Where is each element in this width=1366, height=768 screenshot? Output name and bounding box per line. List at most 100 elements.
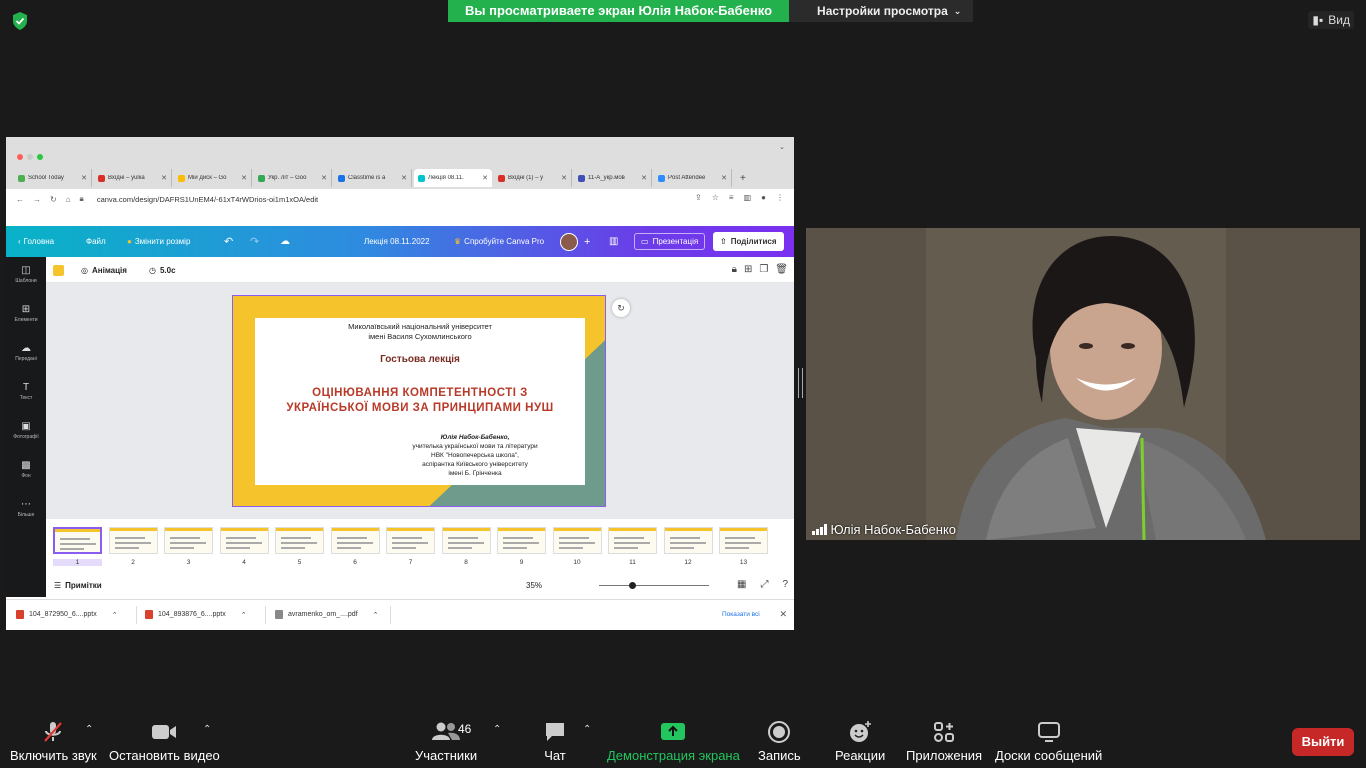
- page-thumbnail[interactable]: [275, 527, 324, 554]
- zoom-slider-handle[interactable]: [629, 582, 636, 589]
- leave-button[interactable]: Выйти: [1292, 728, 1354, 756]
- close-window-icon[interactable]: [17, 154, 23, 160]
- forward-icon[interactable]: →: [33, 195, 41, 204]
- whiteboards-button[interactable]: Доски сообщений: [995, 720, 1102, 763]
- download-item[interactable]: 104_872950_6....pptx ⌃: [16, 610, 118, 619]
- insights-chart-icon[interactable]: ▥: [609, 226, 618, 257]
- animation-button[interactable]: ◎ Анімація: [81, 257, 127, 283]
- side-panel-icon[interactable]: ▥: [744, 193, 752, 202]
- split-divider-handle[interactable]: [798, 368, 803, 398]
- browser-tab[interactable]: Вхідні – yuliia ✕: [94, 169, 172, 187]
- resize-button[interactable]: ● Змінити розмір: [127, 226, 190, 257]
- browser-menu-icon[interactable]: ⋮: [776, 193, 784, 202]
- grid-view-icon[interactable]: ▦: [737, 579, 746, 590]
- sidebar-item[interactable]: ▣ Фотографії: [6, 421, 46, 440]
- download-options-caret-icon[interactable]: ⌃: [373, 611, 379, 619]
- view-button[interactable]: ▮▪ Вид: [1308, 11, 1354, 29]
- file-menu[interactable]: Файл: [86, 226, 106, 257]
- sidebar-item[interactable]: ⋯ Більше: [6, 499, 46, 518]
- reading-list-icon[interactable]: ≡: [729, 193, 734, 202]
- download-options-caret-icon[interactable]: ⌃: [241, 611, 247, 619]
- maximize-window-icon[interactable]: [37, 154, 43, 160]
- profile-icon[interactable]: ●: [761, 193, 766, 202]
- page-thumbnail[interactable]: [552, 527, 602, 554]
- share-page-icon[interactable]: ⇪: [695, 193, 702, 202]
- share-button[interactable]: ⇧ Поділитися: [713, 226, 784, 257]
- browser-tab[interactable]: Post Attendee ✕: [654, 169, 732, 187]
- tab-search-chevron-icon[interactable]: ⌄: [779, 143, 785, 151]
- reload-icon[interactable]: ↻: [50, 195, 57, 204]
- fullscreen-icon[interactable]: ⤢: [760, 579, 768, 590]
- close-tab-icon[interactable]: ✕: [81, 174, 87, 182]
- zoom-slider-track[interactable]: [599, 585, 709, 586]
- browser-tab[interactable]: 11-А_укр.мов ✕: [574, 169, 652, 187]
- add-collaborator-icon[interactable]: +: [584, 226, 590, 257]
- close-tab-icon[interactable]: ✕: [321, 174, 327, 182]
- try-pro-button[interactable]: ♛ Спробуйте Canva Pro: [454, 226, 544, 257]
- reactions-button[interactable]: Реакции: [835, 720, 885, 763]
- download-item[interactable]: avramenko_om_....pdf ⌃: [275, 610, 379, 619]
- page-thumbnail[interactable]: [608, 527, 657, 554]
- page-thumbnail[interactable]: [497, 527, 546, 554]
- notes-button[interactable]: ☰ Примітки: [54, 581, 102, 590]
- page-thumbnail[interactable]: [219, 527, 269, 554]
- browser-tab[interactable]: Укр. літ – Goo ✕: [254, 169, 332, 187]
- minimize-window-icon[interactable]: [27, 154, 33, 160]
- browser-tab[interactable]: Мій диск – Go ✕: [174, 169, 252, 187]
- present-button[interactable]: ▭ Презентація: [634, 226, 706, 257]
- collaborator-avatar[interactable]: [560, 226, 578, 257]
- document-title[interactable]: Лекція 08.11.2022: [364, 226, 430, 257]
- lock-page-icon[interactable]: 🔒︎: [732, 264, 737, 275]
- share-screen-button[interactable]: Демонстрация экрана: [607, 720, 740, 763]
- show-all-downloads-link[interactable]: Показати всі: [722, 611, 760, 618]
- chat-options-caret-icon[interactable]: ⌃: [583, 724, 591, 735]
- refresh-slide-icon[interactable]: ↻: [612, 299, 630, 317]
- page-thumbnail[interactable]: [330, 527, 380, 554]
- home-button[interactable]: ‹ Головна: [18, 226, 54, 257]
- browser-tab[interactable]: School Today ✕: [14, 169, 92, 187]
- audio-options-caret-icon[interactable]: ⌃: [85, 724, 93, 735]
- sidebar-item[interactable]: ☁ Передані: [6, 343, 46, 362]
- close-tab-icon[interactable]: ✕: [161, 174, 167, 182]
- sidebar-item[interactable]: ▩ Фон: [6, 460, 46, 479]
- video-options-caret-icon[interactable]: ⌃: [203, 724, 211, 735]
- home-icon[interactable]: ⌂: [66, 195, 71, 204]
- close-downloads-icon[interactable]: ✕: [779, 609, 787, 620]
- sidebar-item[interactable]: T Текст: [6, 382, 46, 401]
- help-icon[interactable]: ?: [782, 579, 788, 590]
- unmute-button[interactable]: Включить звук: [10, 720, 97, 763]
- slide-1[interactable]: Миколаївський національний університет і…: [232, 295, 606, 507]
- browser-tab[interactable]: Вхідні (1) – y ✕: [494, 169, 572, 187]
- delete-page-icon[interactable]: 🗑︎: [775, 264, 788, 275]
- color-swatch[interactable]: [53, 257, 64, 283]
- participants-options-caret-icon[interactable]: ⌃: [493, 724, 501, 735]
- page-thumbnail[interactable]: [53, 527, 102, 554]
- page-thumbnail[interactable]: [386, 527, 435, 554]
- close-tab-icon[interactable]: ✕: [721, 174, 727, 182]
- url-field[interactable]: canva.com/design/DAFRS1UnEM4/-61xT4rWDri…: [97, 195, 318, 204]
- cloud-saved-icon[interactable]: ☁: [280, 226, 290, 257]
- redo-icon[interactable]: ↷: [250, 226, 259, 257]
- close-tab-icon[interactable]: ✕: [561, 174, 567, 182]
- duplicate-page-icon[interactable]: ❐: [759, 264, 768, 275]
- chat-button[interactable]: Чат: [543, 720, 567, 763]
- apps-button[interactable]: Приложения: [906, 720, 982, 763]
- download-item[interactable]: 104_893876_6....pptx ⌃: [145, 610, 247, 619]
- undo-icon[interactable]: ↶: [224, 226, 233, 257]
- new-tab-icon[interactable]: +: [740, 173, 746, 184]
- close-tab-icon[interactable]: ✕: [241, 174, 247, 182]
- sidebar-item[interactable]: ◫ Шаблони: [6, 265, 46, 284]
- view-options-button[interactable]: Настройки просмотра ⌄: [789, 0, 974, 22]
- sidebar-item[interactable]: ⊞ Елементи: [6, 304, 46, 323]
- browser-tab[interactable]: Classtime is a ✕: [334, 169, 412, 187]
- close-tab-icon[interactable]: ✕: [482, 174, 488, 182]
- browser-tab[interactable]: Лекція 08.11. ✕: [414, 169, 492, 187]
- page-thumbnail[interactable]: [719, 527, 768, 554]
- page-thumbnail[interactable]: [164, 527, 213, 554]
- add-page-icon[interactable]: ⊞: [744, 264, 752, 275]
- security-shield-icon[interactable]: [11, 11, 29, 31]
- page-thumbnail[interactable]: [108, 527, 158, 554]
- download-options-caret-icon[interactable]: ⌃: [112, 611, 118, 619]
- record-button[interactable]: Запись: [758, 720, 801, 763]
- bookmark-star-icon[interactable]: ☆: [712, 193, 719, 202]
